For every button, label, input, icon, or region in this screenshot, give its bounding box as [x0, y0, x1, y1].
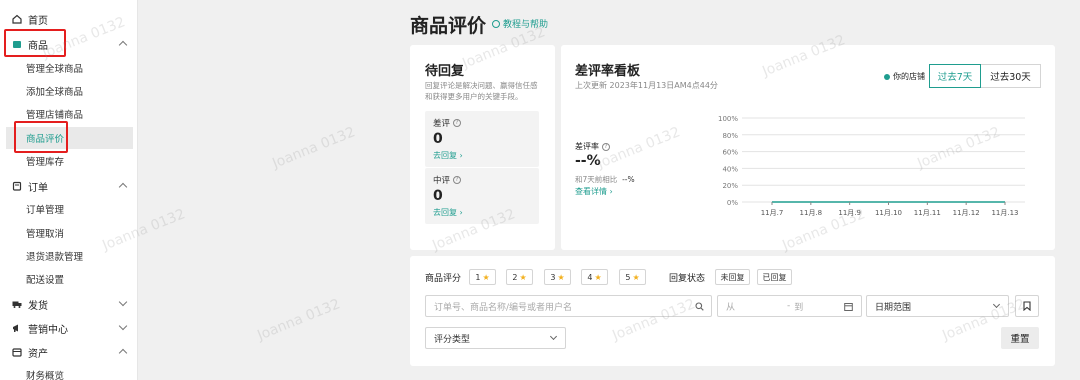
status-chip-replied[interactable]: 已回复: [757, 269, 792, 285]
date-range-select[interactable]: 日期范围: [866, 295, 1009, 317]
bookmark-button[interactable]: [1015, 295, 1039, 317]
star-icon: ★: [594, 272, 602, 282]
help-icon[interactable]: ?: [453, 119, 462, 127]
reply-status-label: 回复状态: [669, 274, 706, 284]
rating-chip-5[interactable]: 5 ★: [619, 269, 646, 285]
rating-type-select[interactable]: 评分类型: [425, 327, 566, 349]
sidebar-item-marketing[interactable]: 营销中心: [0, 317, 138, 339]
x-tick-label: 11月.8: [800, 209, 823, 217]
truck-icon: [12, 299, 22, 309]
pending-title: 待回复: [425, 64, 465, 79]
rate-compare: 和7天前相比 --%: [575, 175, 635, 184]
date-range-picker[interactable]: 从 - 到: [717, 295, 862, 317]
y-tick-label: 80%: [722, 132, 738, 140]
negative-rate-chart: 100% 80% 60% 40% 20% 0% 11月.7 11月.8 11月.9 11月.10 1…: [718, 115, 1025, 217]
sidebar-subitem[interactable]: 添加全球商品: [0, 80, 138, 102]
search-icon: [695, 302, 704, 311]
view-details-link[interactable]: 查看详情 ›: [575, 186, 613, 197]
sidebar-item-shipping[interactable]: 发货: [0, 293, 138, 315]
sidebar-item-orders[interactable]: 订单: [0, 175, 138, 197]
neutral-count: 0: [433, 188, 443, 204]
star-icon: ★: [519, 272, 527, 282]
sidebar-subitem[interactable]: 管理取消: [0, 222, 138, 244]
help-icon[interactable]: ?: [602, 142, 610, 151]
highlight-box: [4, 29, 66, 57]
x-tick-label: 11月.13: [991, 209, 1018, 217]
y-tick-label: 20%: [722, 182, 738, 190]
sidebar-subitem[interactable]: 订单管理: [0, 198, 138, 220]
board-title: 差评率看板: [575, 64, 641, 79]
lightbulb-icon: [492, 19, 500, 28]
sidebar-subitem[interactable]: 管理全球商品: [0, 57, 138, 79]
rating-filter-label: 商品评分: [425, 274, 462, 284]
neutral-review-box: 中评? 0 去回复 ›: [425, 168, 539, 224]
sidebar-subitem[interactable]: 管理库存: [0, 150, 138, 172]
chevron-down-icon: [549, 332, 558, 341]
highlight-box: [14, 121, 68, 153]
rating-chip-3[interactable]: 3 ★: [544, 269, 571, 285]
negative-count: 0: [433, 131, 443, 147]
sidebar-item-finance[interactable]: 资产: [0, 341, 138, 363]
page-title: 商品评价: [410, 15, 487, 37]
chevron-down-icon[interactable]: [118, 321, 128, 331]
reply-negative-link[interactable]: 去回复 ›: [433, 150, 531, 161]
last-updated: 上次更新 2023年11月13日AM4点44分: [575, 81, 718, 90]
y-tick-label: 40%: [722, 165, 738, 173]
status-chip-unreplied[interactable]: 未回复: [715, 269, 750, 285]
bookmark-icon: [1023, 301, 1031, 311]
rating-chip-4[interactable]: 4 ★: [581, 269, 608, 285]
chevron-up-icon[interactable]: [118, 40, 128, 50]
home-icon: [12, 14, 22, 24]
pending-description: 回复评论是解决问题、赢得信任感 和获得更多用户的关键手段。: [425, 81, 538, 101]
rating-chip-1[interactable]: 1 ★: [469, 269, 496, 285]
sidebar-item-label: 订单: [28, 182, 48, 194]
orders-icon: [12, 181, 22, 191]
sidebar-subitem[interactable]: 财务概览: [0, 364, 138, 380]
chevron-down-icon[interactable]: [118, 297, 128, 307]
reset-button[interactable]: 重置: [1001, 327, 1039, 349]
y-tick-label: 0%: [727, 199, 738, 207]
negative-review-box: 差评? 0 去回复 ›: [425, 111, 539, 167]
legend-dot-icon: [884, 73, 890, 80]
wallet-icon: [12, 347, 22, 357]
chart-legend: 你的店铺: [884, 71, 925, 82]
chevron-up-icon[interactable]: [118, 182, 128, 192]
megaphone-icon: [12, 323, 22, 333]
y-tick-label: 60%: [722, 149, 738, 157]
star-icon: ★: [557, 272, 565, 282]
tab-past-7-days[interactable]: 过去7天: [929, 64, 981, 88]
x-tick-label: 11月.11: [914, 209, 941, 217]
sidebar-subitem[interactable]: 退货退款管理: [0, 245, 138, 267]
x-tick-label: 11月.10: [875, 209, 902, 217]
reply-neutral-link[interactable]: 去回复 ›: [433, 207, 531, 218]
help-icon[interactable]: ?: [453, 176, 462, 184]
chevron-up-icon[interactable]: [118, 348, 128, 358]
y-tick-label: 100%: [718, 115, 738, 123]
sidebar-subitem[interactable]: 配送设置: [0, 268, 138, 290]
x-tick-label: 11月.12: [953, 209, 980, 217]
sidebar-item-label: 资产: [28, 348, 48, 360]
calendar-icon: [844, 303, 853, 311]
sidebar-item-home[interactable]: 首页: [0, 8, 138, 30]
chevron-down-icon: [992, 300, 1001, 309]
help-link[interactable]: 教程与帮助: [492, 17, 548, 30]
rate-label: 差评率?: [575, 141, 610, 152]
x-tick-label: 11月.9: [838, 209, 861, 217]
sidebar-item-label: 首页: [28, 15, 48, 27]
sidebar-item-label: 营销中心: [28, 324, 68, 336]
star-icon: ★: [632, 272, 640, 282]
tab-past-30-days[interactable]: 过去30天: [980, 64, 1041, 88]
rate-value: --%: [575, 153, 601, 169]
sidebar-item-label: 发货: [28, 300, 48, 312]
sidebar: 首页 商品 管理全球商品 添加全球商品 管理店铺商品 商品评价 管理库存 订单 …: [0, 0, 138, 380]
search-input[interactable]: 订单号、商品名称/编号或者用户名: [425, 295, 712, 317]
x-tick-label: 11月.7: [761, 209, 784, 217]
rating-chip-2[interactable]: 2 ★: [506, 269, 533, 285]
star-icon: ★: [482, 272, 490, 282]
